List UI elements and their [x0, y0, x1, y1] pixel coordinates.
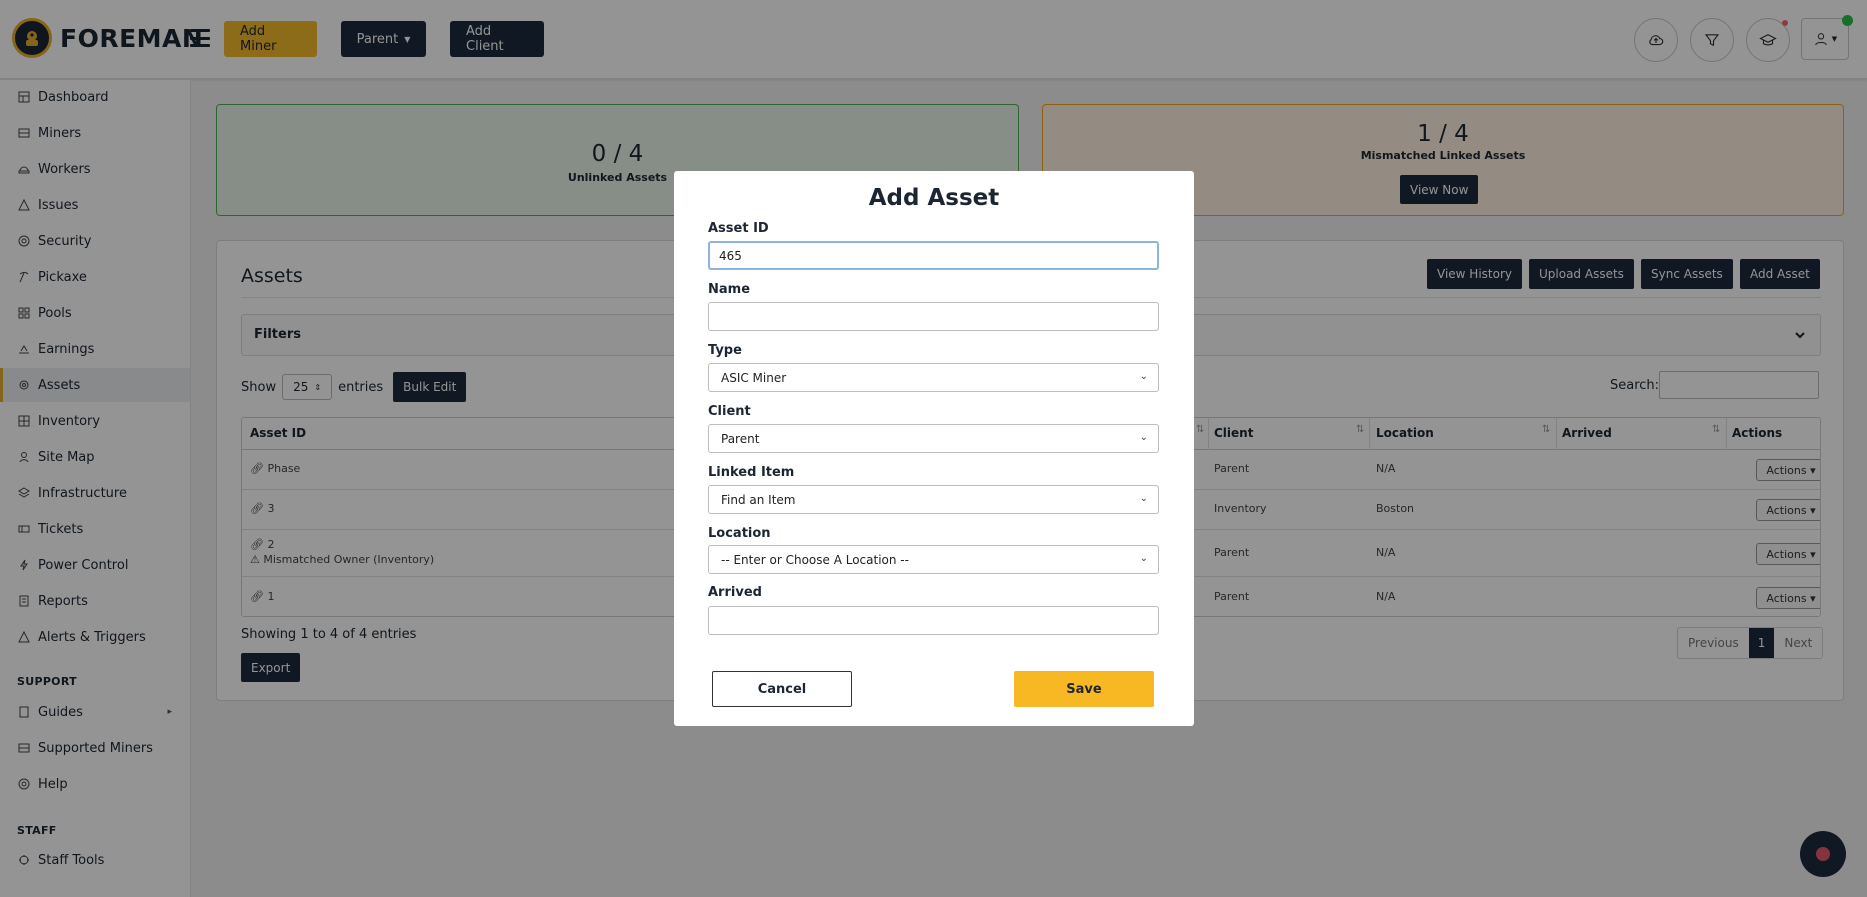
asset-id-input[interactable]: 465	[708, 241, 1159, 270]
name-label: Name	[708, 282, 751, 297]
location-select-value: -- Enter or Choose A Location --	[721, 552, 909, 567]
type-label: Type	[708, 343, 742, 358]
arrived-input[interactable]	[708, 606, 1159, 635]
asset-id-label: Asset ID	[708, 221, 769, 236]
save-button[interactable]: Save	[1014, 671, 1154, 707]
linked-item-label: Linked Item	[708, 465, 795, 480]
client-label: Client	[708, 404, 751, 419]
location-select[interactable]: -- Enter or Choose A Location -- ⌄	[708, 545, 1159, 574]
cancel-button[interactable]: Cancel	[712, 671, 852, 707]
linked-item-select-value: Find an Item	[721, 492, 796, 507]
location-label: Location	[708, 526, 771, 541]
modal-title: Add Asset	[868, 185, 1000, 211]
client-select[interactable]: Parent ⌄	[708, 424, 1159, 453]
type-select-value: ASIC Miner	[721, 370, 787, 385]
chevron-down-icon: ⌄	[1139, 432, 1148, 443]
add-asset-modal: Add Asset Asset ID 465 Name Type ASIC Mi…	[674, 171, 1194, 726]
chevron-down-icon: ⌄	[1139, 553, 1148, 564]
chevron-down-icon: ⌄	[1139, 493, 1148, 504]
client-select-value: Parent	[721, 431, 760, 446]
name-input[interactable]	[708, 302, 1159, 331]
arrived-label: Arrived	[708, 585, 762, 600]
chevron-down-icon: ⌄	[1139, 371, 1148, 382]
type-select[interactable]: ASIC Miner ⌄	[708, 363, 1159, 392]
linked-item-select[interactable]: Find an Item ⌄	[708, 485, 1159, 514]
